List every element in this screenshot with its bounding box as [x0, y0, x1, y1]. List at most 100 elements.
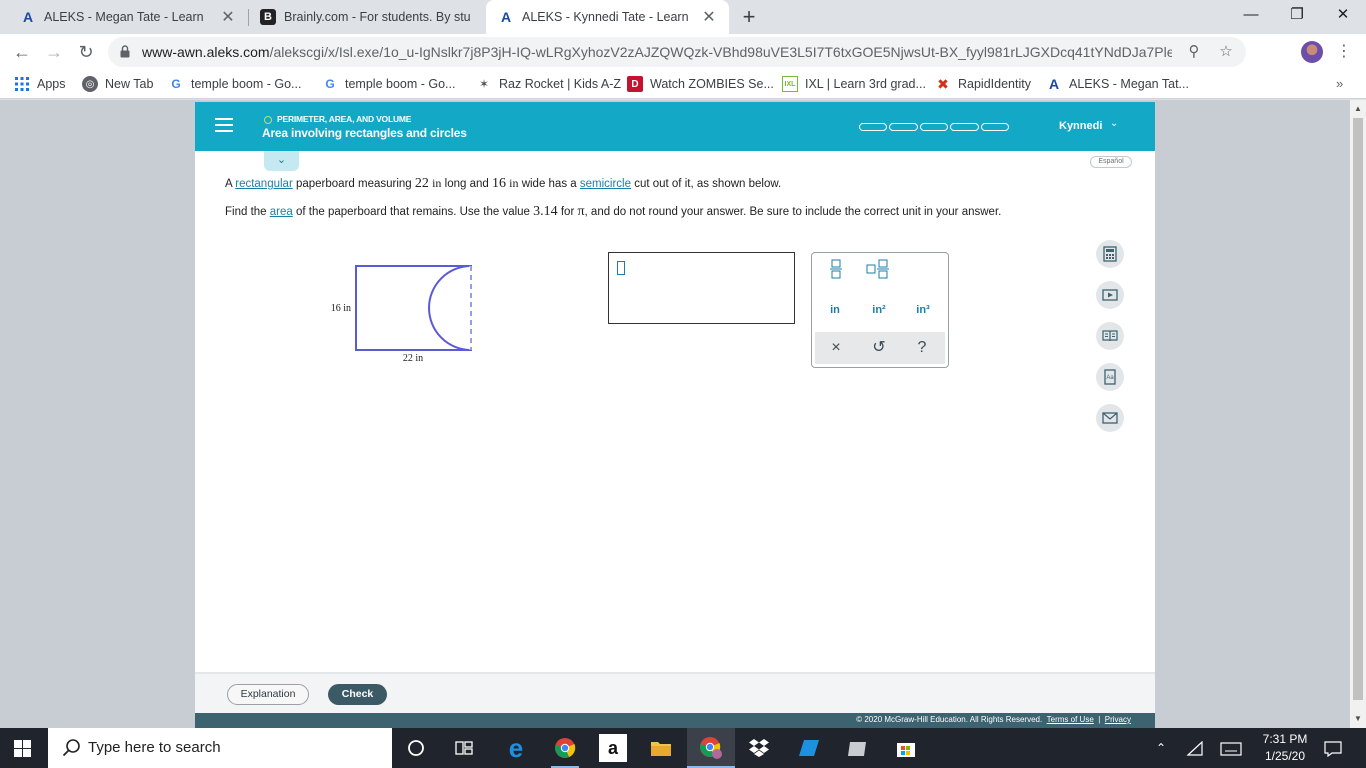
reload-icon[interactable]: ↻	[74, 40, 98, 64]
q-text: , and do not round your answer. Be sure …	[584, 206, 1002, 218]
textbook-button[interactable]	[1096, 322, 1124, 350]
aleks-icon: A	[22, 9, 34, 25]
message-button[interactable]	[1096, 404, 1124, 432]
unit-in-key[interactable]: in	[815, 297, 855, 323]
address-bar[interactable]: www-awn.aleks.com/alekscgi/x/Isl.exe/1o_…	[108, 37, 1246, 67]
browser-tab-3-active[interactable]: A ALEKS - Kynnedi Tate - Learn ✕	[486, 0, 729, 34]
fraction-key[interactable]	[816, 259, 856, 285]
height-label: 16 in	[331, 303, 351, 314]
bookmark-temple-boom-1[interactable]: G temple boom - Go...	[168, 70, 301, 98]
mixed-number-key[interactable]	[858, 259, 898, 285]
bookmarks-overflow-icon[interactable]: »	[1336, 76, 1343, 91]
wifi-icon[interactable]	[1186, 728, 1204, 768]
pi-symbol: π	[577, 204, 585, 219]
camera-app-icon[interactable]	[843, 734, 871, 762]
zoom-icon[interactable]: ⚲	[1184, 42, 1204, 62]
dropbox-icon[interactable]	[745, 734, 773, 762]
explanation-button[interactable]: Explanation	[227, 684, 309, 705]
windows-start-icon[interactable]	[14, 740, 31, 757]
bookmark-aleks-megan[interactable]: A ALEKS - Megan Tat...	[1046, 70, 1189, 98]
file-explorer-icon[interactable]	[647, 734, 675, 762]
aleks-icon: A	[500, 9, 512, 25]
hamburger-menu-icon[interactable]	[215, 118, 233, 132]
chrome-menu-icon[interactable]: ⋮	[1336, 40, 1352, 64]
taskbar-clock[interactable]: 7:31 PM 1/25/20	[1250, 731, 1320, 765]
bookmark-label: Raz Rocket | Kids A-Z	[499, 77, 622, 91]
rapididentity-icon: ✖	[937, 75, 949, 92]
close-tab-icon[interactable]: ✕	[220, 7, 236, 27]
mail-icon	[1102, 412, 1118, 424]
edge-icon[interactable]: e	[502, 733, 530, 763]
apps-grid-icon	[14, 76, 30, 92]
paperboard-figure: 16 in 22 in	[331, 265, 473, 364]
clear-icon[interactable]: ×	[816, 335, 856, 361]
bookmark-ixl[interactable]: IXL IXL | Learn 3rd grad...	[782, 70, 926, 98]
chrome-icon[interactable]	[551, 734, 579, 762]
minimize-icon[interactable]: —	[1228, 0, 1274, 30]
task-view-icon[interactable]	[450, 734, 478, 762]
tab-title: ALEKS - Megan Tate - Learn	[44, 10, 204, 24]
restore-icon[interactable]: ❐	[1274, 0, 1320, 30]
espanol-button[interactable]: Español	[1090, 156, 1132, 168]
answer-input[interactable]	[608, 252, 795, 324]
pi-value: 3.14	[533, 204, 558, 219]
amazon-icon[interactable]: a	[599, 734, 627, 762]
notifications-icon[interactable]	[1324, 728, 1342, 768]
area-link[interactable]: area	[270, 206, 293, 218]
privacy-link[interactable]: Privacy	[1105, 715, 1131, 724]
unit-in2-key[interactable]: in²	[859, 297, 899, 323]
bookmark-label: ALEKS - Megan Tat...	[1069, 77, 1189, 91]
video-button[interactable]	[1096, 281, 1124, 309]
brainly-icon: B	[260, 9, 276, 25]
microsoft-store-icon[interactable]	[892, 734, 920, 762]
video-icon	[1102, 289, 1118, 301]
browser-tab-2[interactable]: B Brainly.com - For students. By stu	[248, 0, 486, 34]
user-name[interactable]: Kynnedi	[1059, 120, 1102, 132]
taskbar-search[interactable]: Type here to search	[48, 728, 392, 768]
chrome-profile-icon[interactable]	[697, 734, 725, 762]
chevron-down-icon[interactable]: ⌄	[1110, 118, 1118, 129]
q-text: of the paperboard that remains. Use the …	[292, 206, 534, 218]
collapse-toggle[interactable]: ⌄	[264, 151, 299, 171]
scrollbar-thumb[interactable]	[1353, 118, 1363, 700]
dictionary-button[interactable]: Aa	[1096, 363, 1124, 391]
bookmark-apps[interactable]: Apps	[14, 70, 66, 98]
chevron-down-icon: ⌄	[276, 154, 287, 166]
bookmark-new-tab[interactable]: ◎ New Tab	[82, 70, 153, 98]
clock-date: 1/25/20	[1264, 749, 1306, 763]
google-icon: G	[171, 77, 181, 91]
copyright-bar: © 2020 McGraw-Hill Education. All Rights…	[195, 713, 1155, 728]
close-tab-icon[interactable]: ✕	[701, 7, 717, 27]
footer-separator: |	[1098, 715, 1101, 724]
show-hidden-icons[interactable]: ⌃	[1156, 728, 1166, 768]
store-app-blue-icon[interactable]	[795, 734, 823, 762]
calculator-button[interactable]	[1096, 240, 1124, 268]
semicircle-link[interactable]: semicircle	[580, 178, 631, 190]
q-text: wide has a	[518, 178, 580, 190]
new-tab-button[interactable]: +	[738, 4, 760, 30]
q-text: cut out of it, as shown below.	[631, 178, 782, 190]
undo-icon[interactable]: ↺	[859, 335, 899, 361]
star-bookmark-icon[interactable]: ☆	[1216, 42, 1236, 62]
check-button[interactable]: Check	[328, 684, 387, 705]
copyright-text: © 2020 McGraw-Hill Education. All Rights…	[856, 715, 1131, 724]
unit-in3-key[interactable]: in³	[903, 297, 943, 323]
cortana-icon[interactable]	[402, 734, 430, 762]
bookmark-temple-boom-2[interactable]: G temple boom - Go...	[322, 70, 455, 98]
back-arrow-icon[interactable]: ←	[10, 40, 34, 64]
forward-arrow-icon[interactable]: →	[42, 40, 66, 64]
close-window-icon[interactable]: ✕	[1320, 0, 1366, 30]
bookmark-raz-rocket[interactable]: ✶ Raz Rocket | Kids A-Z	[476, 70, 621, 98]
bookmark-rapididentity[interactable]: ✖ RapidIdentity	[935, 70, 1031, 98]
keyboard-icon[interactable]	[1220, 728, 1242, 768]
tab-strip: A ALEKS - Megan Tate - Learn ✕ B Brainly…	[0, 0, 1366, 34]
terms-of-use-link[interactable]: Terms of Use	[1047, 715, 1094, 724]
bookmark-zombies[interactable]: D Watch ZOMBIES Se...	[627, 70, 774, 98]
scroll-down-icon[interactable]: ▼	[1352, 714, 1364, 723]
rectangular-link[interactable]: rectangular	[235, 178, 293, 190]
help-icon[interactable]: ?	[902, 335, 942, 361]
url-text[interactable]: www-awn.aleks.com/alekscgi/x/Isl.exe/1o_…	[142, 37, 1172, 67]
profile-avatar[interactable]	[1301, 41, 1323, 63]
browser-tab-1[interactable]: A ALEKS - Megan Tate - Learn ✕	[8, 0, 248, 34]
scroll-up-icon[interactable]: ▲	[1352, 104, 1364, 113]
